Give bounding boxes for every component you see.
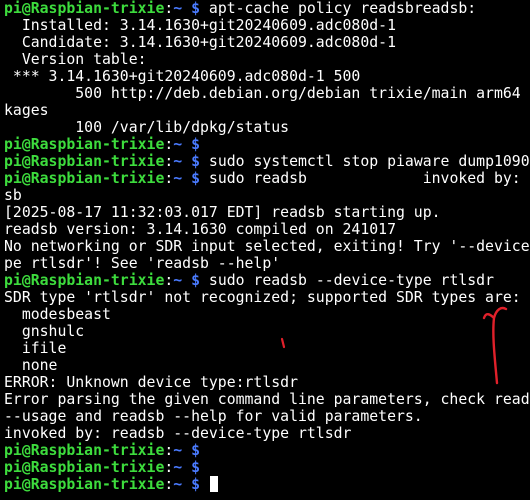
command-text: sudo readsb invoked by: read xyxy=(200,170,530,187)
command-text: sudo systemctl stop piaware dump1090-fa xyxy=(200,153,530,170)
prompt-user-host: pi@Raspbian-trixie xyxy=(4,459,165,476)
command-text: sudo readsb --device-type rtlsdr xyxy=(200,272,494,289)
output-line: pe rtlsdr'! See 'readsb --help' xyxy=(4,255,281,272)
prompt-line: pi@Raspbian-trixie:~ $ xyxy=(4,476,530,493)
prompt-user-host: pi@Raspbian-trixie xyxy=(4,476,165,493)
prompt-user-host: pi@Raspbian-trixie xyxy=(4,136,165,153)
output-line: none xyxy=(4,357,58,374)
prompt-path: ~ $ xyxy=(173,170,201,187)
prompt-path: ~ $ xyxy=(173,476,201,493)
prompt-path: ~ $ xyxy=(173,459,201,476)
prompt-path: ~ $ xyxy=(173,153,201,170)
output-line: gnshulc xyxy=(4,323,85,340)
prompt-path: ~ $ xyxy=(173,0,201,17)
output-line: ERROR: Unknown device type:rtlsdr xyxy=(4,374,298,391)
prompt-separator: : xyxy=(164,170,174,187)
prompt-user-host: pi@Raspbian-trixie xyxy=(4,170,165,187)
prompt-line: pi@Raspbian-trixie:~ $ sudo systemctl st… xyxy=(4,153,530,170)
prompt-user-host: pi@Raspbian-trixie xyxy=(4,272,165,289)
prompt-separator: : xyxy=(164,272,174,289)
prompt-user-host: pi@Raspbian-trixie xyxy=(4,153,165,170)
output-line: 100 /var/lib/dpkg/status xyxy=(4,119,290,136)
command-text xyxy=(200,476,209,493)
output-line: Error parsing the given command line par… xyxy=(4,391,530,408)
prompt-separator: : xyxy=(164,442,174,459)
output-line: Version table: xyxy=(4,51,147,68)
prompt-line: pi@Raspbian-trixie:~ $ xyxy=(4,442,530,459)
prompt-user-host: pi@Raspbian-trixie xyxy=(4,442,165,459)
prompt-separator: : xyxy=(164,459,174,476)
command-text: apt-cache policy readsbreadsb: xyxy=(200,0,477,17)
output-line: readsb version: 3.14.1630 compiled on 24… xyxy=(4,221,396,238)
command-text xyxy=(200,459,209,476)
prompt-line: pi@Raspbian-trixie:~ $ sudo readsb invok… xyxy=(4,170,530,187)
prompt-line: pi@Raspbian-trixie:~ $ apt-cache policy … xyxy=(4,0,530,17)
output-line: No networking or SDR input selected, exi… xyxy=(4,238,530,255)
prompt-path: ~ $ xyxy=(173,272,201,289)
output-line: kages xyxy=(4,102,49,119)
prompt-user-host: pi@Raspbian-trixie xyxy=(4,0,165,17)
prompt-path: ~ $ xyxy=(173,442,201,459)
output-line: [2025-08-17 11:32:03.017 EDT] readsb sta… xyxy=(4,204,441,221)
prompt-line: pi@Raspbian-trixie:~ $ xyxy=(4,459,530,476)
prompt-separator: : xyxy=(164,153,174,170)
output-line: invoked by: readsb --device-type rtlsdr xyxy=(4,425,352,442)
command-text xyxy=(200,136,209,153)
output-line: modesbeast xyxy=(4,306,111,323)
prompt-separator: : xyxy=(164,476,174,493)
output-line: Installed: 3.14.1630+git20240609.adc080d… xyxy=(4,17,396,34)
output-line: *** 3.14.1630+git20240609.adc080d-1 500 xyxy=(4,68,361,85)
prompt-path: ~ $ xyxy=(173,136,201,153)
terminal-window[interactable]: pi@Raspbian-trixie:~ $ apt-cache policy … xyxy=(0,0,530,500)
prompt-line: pi@Raspbian-trixie:~ $ sudo readsb --dev… xyxy=(4,272,530,289)
prompt-separator: : xyxy=(164,0,174,17)
output-line: 500 http://deb.debian.org/debian trixie/… xyxy=(4,85,530,102)
command-text xyxy=(200,442,209,459)
text-cursor[interactable] xyxy=(209,476,218,492)
output-line: --usage and readsb --help for valid para… xyxy=(4,408,423,425)
prompt-line: pi@Raspbian-trixie:~ $ xyxy=(4,136,530,153)
output-line: Candidate: 3.14.1630+git20240609.adc080d… xyxy=(4,34,396,51)
output-line: sb xyxy=(4,187,22,204)
output-line: ifile xyxy=(4,340,67,357)
prompt-separator: : xyxy=(164,136,174,153)
output-line: SDR type 'rtlsdr' not recognized; suppor… xyxy=(4,289,521,306)
